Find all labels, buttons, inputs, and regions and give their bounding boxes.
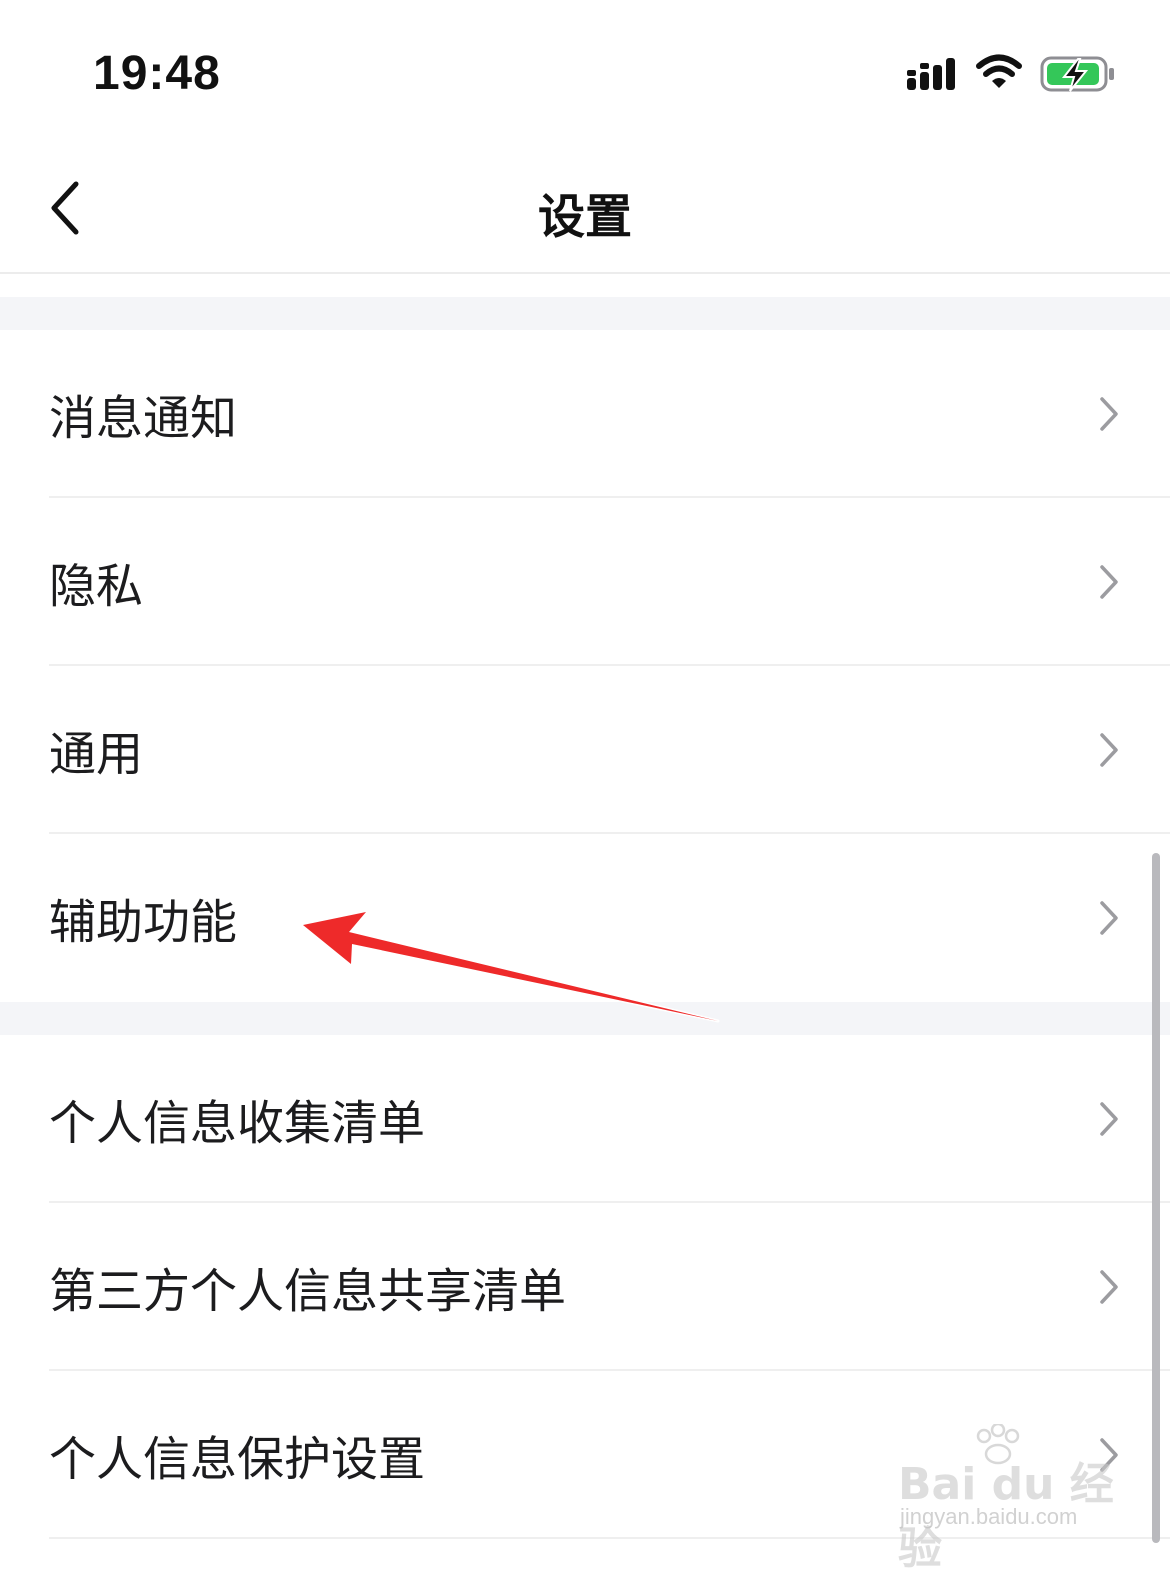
settings-item-label: 辅助功能 — [49, 895, 237, 951]
chevron-right-icon — [1098, 1101, 1120, 1137]
settings-item-label: 第三方个人信息共享清单 — [49, 1264, 566, 1320]
status-time: 19:48 — [93, 47, 221, 100]
chevron-right-icon — [1098, 1269, 1120, 1305]
battery-charging-icon — [1040, 56, 1116, 98]
settings-item-accessibility[interactable]: 辅助功能 — [0, 834, 1170, 1002]
signal-bars-icon — [905, 56, 959, 96]
page-title: 设置 — [538, 190, 632, 245]
section-separator — [0, 297, 1170, 330]
navigation-bar: 设置 — [0, 150, 1170, 274]
status-bar: 19:48 — [0, 0, 1170, 150]
settings-item-label: 隐私 — [49, 559, 143, 615]
section-separator — [0, 1002, 1170, 1035]
chevron-right-icon — [1098, 900, 1120, 936]
watermark-url: jingyan.baidu.com — [900, 1504, 1078, 1529]
chevron-right-icon — [1098, 396, 1120, 432]
settings-item-label: 个人信息保护设置 — [49, 1432, 425, 1488]
wifi-icon — [975, 53, 1023, 97]
settings-item-label: 个人信息收集清单 — [49, 1096, 425, 1152]
settings-item-notifications[interactable]: 消息通知 — [0, 330, 1170, 498]
settings-item-privacy[interactable]: 隐私 — [0, 498, 1170, 666]
settings-item-third-party-sharing[interactable]: 第三方个人信息共享清单 — [0, 1203, 1170, 1371]
watermark: Bai du 经验 jingyan.baidu.com — [890, 1422, 1120, 1574]
settings-item-label: 消息通知 — [49, 391, 237, 447]
settings-item-label: 通用 — [49, 727, 143, 783]
chevron-right-icon — [1098, 732, 1120, 768]
scrollbar[interactable] — [1152, 853, 1160, 1543]
settings-item-personal-info-collection[interactable]: 个人信息收集清单 — [0, 1035, 1170, 1203]
settings-item-general[interactable]: 通用 — [0, 666, 1170, 834]
chevron-right-icon — [1098, 564, 1120, 600]
